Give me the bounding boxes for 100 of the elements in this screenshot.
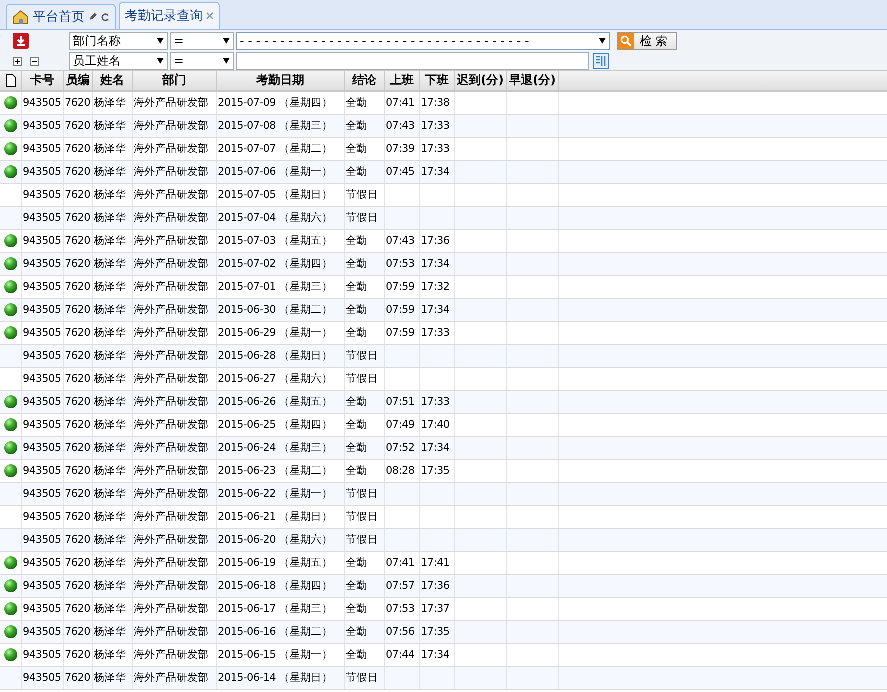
table-cell: 杨泽华 (94, 648, 126, 662)
collapse-icon[interactable] (30, 56, 39, 66)
table-cell: 杨泽华 (94, 119, 126, 133)
table-cell: 杨泽华 (94, 418, 126, 432)
table-cell: 17:34 (421, 304, 450, 316)
download-icon[interactable] (13, 33, 29, 49)
table-cell: 海外产品研发部 (134, 119, 209, 133)
column-header[interactable]: 卡号 (22, 71, 64, 90)
table-cell: 7620 (65, 672, 91, 684)
table-cell: 7620 (65, 626, 91, 638)
search-button[interactable]: 检 索 (617, 32, 677, 50)
table-row[interactable]: 943505 7620 杨泽华 海外产品研发部 2015-06-20 （星期六） 节假日 (0, 529, 887, 552)
table-cell: 2015-06-24 （星期三） (218, 441, 333, 455)
tab[interactable]: 考勤记录查询 (119, 2, 220, 29)
table-cell: 943505 (23, 97, 62, 109)
value-field[interactable] (236, 52, 589, 70)
table-cell: 2015-06-23 （星期二） (218, 464, 333, 478)
table-cell: 2015-06-20 （星期六） (218, 533, 333, 547)
tab[interactable]: 平台首页 (6, 4, 116, 29)
table-cell: 2015-07-07 （星期二） (218, 142, 333, 156)
table-cell: 943505 (23, 235, 62, 247)
table-cell: 7620 (65, 97, 91, 109)
refresh-icon[interactable] (101, 12, 110, 22)
table-row[interactable]: 943505 7620 杨泽华 海外产品研发部 2015-06-24 （星期三） 全勤 07:52 17:34 (0, 437, 887, 460)
table-cell: 海外产品研发部 (134, 96, 209, 110)
table-cell: 杨泽华 (94, 487, 126, 501)
table-cell: 7620 (65, 603, 91, 615)
column-header[interactable]: 姓名 (93, 71, 133, 90)
table-row[interactable]: 943505 7620 杨泽华 海外产品研发部 2015-06-30 （星期二） 全勤 07:59 17:34 (0, 299, 887, 322)
table-cell: 07:53 (386, 603, 415, 615)
table-cell: 07:49 (386, 419, 415, 431)
table-row[interactable]: 943505 7620 杨泽华 海外产品研发部 2015-06-18 （星期四） 全勤 07:57 17:36 (0, 575, 887, 598)
column-header[interactable]: 员编 (64, 71, 93, 90)
table-cell: 杨泽华 (94, 533, 126, 547)
field-dropdown[interactable]: 员工姓名 (69, 52, 168, 70)
column-header[interactable]: 下班 (420, 71, 455, 90)
table-cell: 2015-07-05 （星期日） (218, 188, 333, 202)
table-cell: 杨泽华 (94, 211, 126, 225)
table-row[interactable]: 943505 7620 杨泽华 海外产品研发部 2015-06-28 （星期日） 节假日 (0, 345, 887, 368)
table-cell: 07:52 (386, 442, 415, 454)
table-cell: 海外产品研发部 (134, 648, 209, 662)
close-icon[interactable] (206, 12, 214, 20)
table-cell: 2015-06-28 （星期日） (218, 349, 333, 363)
table-cell: 943505 (23, 488, 62, 500)
table-cell: 全勤 (346, 257, 368, 271)
operator-dropdown[interactable]: = (170, 32, 234, 50)
table-cell: 全勤 (346, 326, 368, 340)
column-header[interactable]: 迟到(分) (455, 71, 507, 90)
value-dropdown[interactable]: - - - - - - - - - - - - - - - - - - - - - - - - - - - - - - - - - - - - (236, 32, 610, 50)
table-cell: 943505 (23, 350, 62, 362)
table-cell: 943505 (23, 557, 62, 569)
table-cell: 杨泽华 (94, 556, 126, 570)
table-cell: 07:59 (386, 304, 415, 316)
table-cell: 07:53 (386, 258, 415, 270)
column-header[interactable]: 部门 (133, 71, 217, 90)
table-row[interactable]: 943505 7620 杨泽华 海外产品研发部 2015-07-08 （星期三） 全勤 07:43 17:33 (0, 115, 887, 138)
table-cell: 全勤 (346, 625, 368, 639)
table-cell: 海外产品研发部 (134, 464, 209, 478)
table-cell: 943505 (23, 419, 62, 431)
table-cell: 943505 (23, 304, 62, 316)
table-cell: 07:56 (386, 626, 415, 638)
table-row[interactable]: 943505 7620 杨泽华 海外产品研发部 2015-06-26 （星期五） 全勤 07:51 17:33 (0, 391, 887, 414)
table-row[interactable]: 943505 7620 杨泽华 海外产品研发部 2015-06-16 （星期二） 全勤 07:56 17:35 (0, 621, 887, 644)
table-cell: 7620 (65, 189, 91, 201)
table-cell: 全勤 (346, 395, 368, 409)
column-header[interactable]: 结论 (345, 71, 385, 90)
table-cell: 17:34 (421, 258, 450, 270)
table-cell: 2015-06-19 （星期五） (218, 556, 333, 570)
table-cell: 杨泽华 (94, 602, 126, 616)
table-row[interactable]: 943505 7620 杨泽华 海外产品研发部 2015-06-14 （星期日） 节假日 (0, 667, 887, 690)
table-cell: 全勤 (346, 165, 368, 179)
table-row[interactable]: 943505 7620 杨泽华 海外产品研发部 2015-07-06 （星期一） 全勤 07:45 17:34 (0, 161, 887, 184)
table-row[interactable]: 943505 7620 杨泽华 海外产品研发部 2015-07-04 （星期六） 节假日 (0, 207, 887, 230)
operator-dropdown[interactable]: = (170, 52, 234, 70)
table-cell: 2015-06-14 （星期日） (218, 671, 333, 685)
table-row[interactable]: 943505 7620 杨泽华 海外产品研发部 2015-06-22 （星期一） 节假日 (0, 483, 887, 506)
column-header[interactable]: 考勤日期 (217, 71, 345, 90)
table-cell: 杨泽华 (94, 464, 126, 478)
table-cell: 全勤 (346, 418, 368, 432)
table-cell: 杨泽华 (94, 372, 126, 386)
table-cell: 海外产品研发部 (134, 671, 209, 685)
table-row[interactable]: 943505 7620 杨泽华 海外产品研发部 2015-07-02 （星期四） 全勤 07:53 17:34 (0, 253, 887, 276)
column-header[interactable]: 早退(分) (507, 71, 559, 90)
table-cell: 943505 (23, 258, 62, 270)
table-cell: 节假日 (346, 188, 378, 202)
table-cell: 17:36 (421, 580, 450, 592)
pencil-icon[interactable] (88, 12, 98, 22)
table-cell: 7620 (65, 120, 91, 132)
field-dropdown[interactable]: 部门名称 (69, 32, 168, 50)
expand-icon[interactable] (13, 56, 22, 66)
table-cell: 全勤 (346, 441, 368, 455)
table-cell: 杨泽华 (94, 395, 126, 409)
table-cell: 全勤 (346, 280, 368, 294)
column-header[interactable]: 上班 (385, 71, 420, 90)
table-cell: 杨泽华 (94, 188, 126, 202)
table-cell: 17:34 (421, 442, 450, 454)
table-cell: 2015-07-09 （星期四） (218, 96, 333, 110)
table-cell: 杨泽华 (94, 326, 126, 340)
table-cell: 海外产品研发部 (134, 211, 209, 225)
table-cell: 海外产品研发部 (134, 257, 209, 271)
